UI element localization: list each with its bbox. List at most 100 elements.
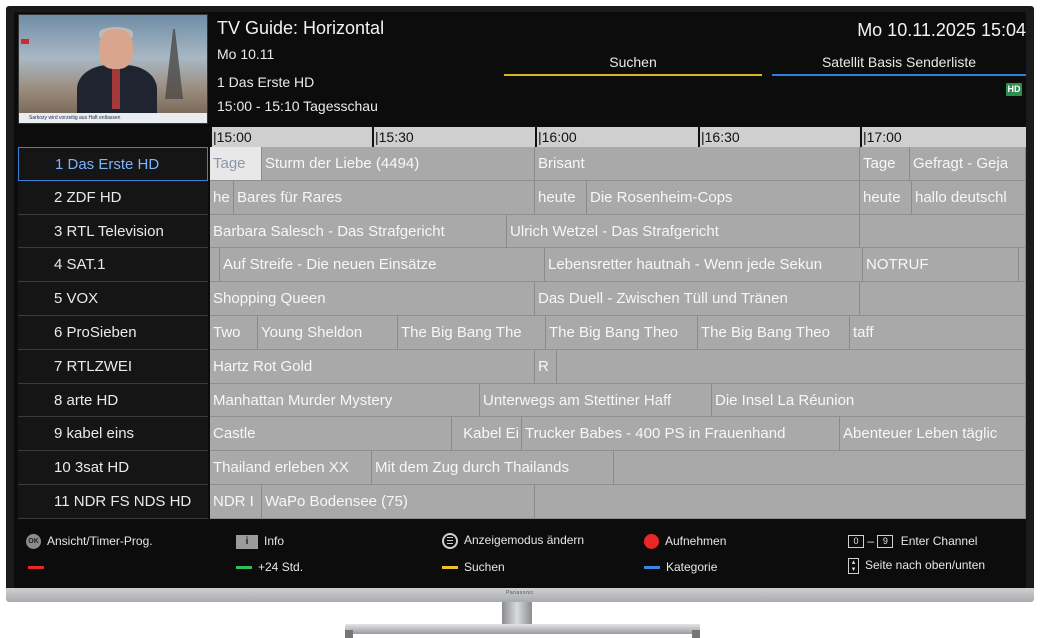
legend-page[interactable]: ▴ ▾ Seite nach oben/unten xyxy=(848,558,985,574)
tv-stand-foot xyxy=(692,630,700,638)
button-legend: OK Ansicht/Timer-Prog. i Info Anzeigemodus… xyxy=(14,522,1026,590)
channel-name[interactable]: 10 3sat HD xyxy=(18,451,208,485)
program-cell[interactable] xyxy=(860,282,1026,316)
program-cell[interactable]: Trucker Babes - 400 PS in Frauenhand xyxy=(522,417,840,452)
legend-blue[interactable]: Kategorie xyxy=(644,560,717,574)
program-cell[interactable]: Manhattan Murder Mystery xyxy=(210,383,480,418)
program-cell[interactable] xyxy=(210,248,220,283)
channel-row: 8 arte HD Manhattan Murder Mystery Unter… xyxy=(14,383,1026,418)
channel-name[interactable]: 3 RTL Television xyxy=(18,214,208,249)
broadcaster-badge-icon xyxy=(21,39,29,44)
program-cell[interactable]: Kabel Ei xyxy=(452,417,522,452)
menu-button-icon xyxy=(442,533,458,549)
news-ticker: Sarkozy wird vorzeitig aus Haft entlasse… xyxy=(19,113,207,123)
legend-red[interactable] xyxy=(28,560,50,574)
program-cell[interactable]: Tage xyxy=(210,147,262,181)
program-lane: NDR I WaPo Bodensee (75) xyxy=(210,485,1026,519)
tv-brand-logo: Panasonic xyxy=(506,590,534,596)
legend-ok[interactable]: OK Ansicht/Timer-Prog. xyxy=(26,534,153,550)
program-cell[interactable] xyxy=(1019,248,1026,283)
program-cell[interactable]: Thailand erleben XX xyxy=(210,451,372,485)
clock: Mo 10.11.2025 15:04 xyxy=(857,20,1026,40)
green-key-icon xyxy=(236,566,252,570)
program-cell[interactable]: NDR I xyxy=(210,485,262,519)
record-icon xyxy=(644,534,659,550)
program-lane: Manhattan Murder Mystery Unterwegs am St… xyxy=(210,383,1026,418)
program-cell[interactable]: Castle xyxy=(210,417,452,452)
program-cell[interactable]: Tage xyxy=(860,147,910,181)
time-tick: |16:00 xyxy=(535,127,577,147)
program-cell[interactable]: Lebensretter hautnah - Wenn jede Sekun xyxy=(545,248,863,283)
program-cell[interactable]: Unterwegs am Stettiner Haff xyxy=(480,383,712,418)
channel-row: 6 ProSieben Two Young Sheldon The Big Ba… xyxy=(14,316,1026,350)
channel-row: 9 kabel eins Castle Kabel Ei Trucker Bab… xyxy=(14,417,1026,452)
program-cell[interactable]: The Big Bang The xyxy=(398,316,546,350)
legend-info[interactable]: i Info xyxy=(236,534,284,549)
program-cell[interactable]: WaPo Bodensee (75) xyxy=(262,485,535,519)
program-cell[interactable]: taff xyxy=(850,316,1026,350)
program-cell[interactable] xyxy=(614,451,1026,485)
tv-chin: Panasonic xyxy=(6,588,1034,602)
program-cell[interactable]: heute xyxy=(535,180,587,215)
program-cell[interactable]: The Big Bang Theo xyxy=(698,316,850,350)
legend-label: Kategorie xyxy=(666,560,718,574)
program-cell[interactable] xyxy=(860,214,1026,249)
program-cell[interactable]: Sturm der Liebe (4494) xyxy=(262,147,535,181)
program-cell[interactable]: R xyxy=(535,349,557,384)
program-cell[interactable]: NOTRUF xyxy=(863,248,1019,283)
tv-stand-foot xyxy=(345,630,353,638)
program-cell[interactable] xyxy=(535,485,1026,519)
time-tick: |16:30 xyxy=(698,127,740,147)
program-lane: he Bares für Rares heute Die Rosenheim-C… xyxy=(210,180,1026,215)
tv-screen: Sarkozy wird vorzeitig aus Haft entlasse… xyxy=(14,12,1026,590)
channel-name[interactable]: 2 ZDF HD xyxy=(18,180,208,215)
program-cell[interactable]: heute xyxy=(860,180,912,215)
channel-name[interactable]: 5 VOX xyxy=(18,282,208,316)
channel-name[interactable]: 7 RTLZWEI xyxy=(18,349,208,384)
program-cell[interactable]: Gefragt - Geja xyxy=(910,147,1026,181)
channel-name[interactable]: 11 NDR FS NDS HD xyxy=(18,485,208,519)
legend-label: Enter Channel xyxy=(900,534,978,548)
legend-label: Info xyxy=(264,534,285,548)
program-cell[interactable]: Die Rosenheim-Cops xyxy=(587,180,860,215)
program-cell[interactable]: Hartz Rot Gold xyxy=(210,349,535,384)
program-cell[interactable]: Two xyxy=(210,316,258,350)
time-ruler: |15:00 |15:30 |16:00 |16:30 |17:00 xyxy=(210,127,1026,147)
eiffel-tower-graphic xyxy=(165,29,183,99)
channel-name[interactable]: 1 Das Erste HD xyxy=(18,147,208,181)
program-cell[interactable]: Brisant xyxy=(535,147,860,181)
legend-green[interactable]: +24 Std. xyxy=(236,560,303,574)
program-cell[interactable]: Barbara Salesch - Das Strafgericht xyxy=(210,214,507,249)
program-cell[interactable]: Shopping Queen xyxy=(210,282,535,316)
presenter-head xyxy=(99,29,133,69)
program-cell[interactable]: Mit dem Zug durch Thailands xyxy=(372,451,614,485)
legend-record[interactable]: Aufnehmen xyxy=(644,534,726,550)
legend-yellow[interactable]: Suchen xyxy=(442,560,505,574)
program-lane: Thailand erleben XX Mit dem Zug durch Th… xyxy=(210,451,1026,485)
program-cell[interactable]: Abenteuer Leben täglic xyxy=(840,417,1026,452)
program-cell[interactable]: Ulrich Wetzel - Das Strafgericht xyxy=(507,214,860,249)
legend-display-mode[interactable]: Anzeigemodus ändern xyxy=(442,533,584,549)
program-cell[interactable]: Das Duell - Zwischen Tüll und Tränen xyxy=(535,282,860,316)
tab-search[interactable]: Suchen xyxy=(504,50,762,76)
program-cell[interactable] xyxy=(557,349,1026,384)
page-title: TV Guide: Horizontal xyxy=(217,18,385,38)
tab-channel-list[interactable]: Satellit Basis Senderliste xyxy=(772,50,1026,76)
channel-name[interactable]: 4 SAT.1 xyxy=(18,248,208,283)
channel-name[interactable]: 8 arte HD xyxy=(18,383,208,418)
program-cell[interactable]: The Big Bang Theo xyxy=(546,316,698,350)
program-cell[interactable]: Die Insel La Réunion xyxy=(712,383,1026,418)
program-lane: Two Young Sheldon The Big Bang The The B… xyxy=(210,316,1026,350)
program-cell[interactable]: Young Sheldon xyxy=(258,316,398,350)
channel-name[interactable]: 6 ProSieben xyxy=(18,316,208,350)
channel-name[interactable]: 9 kabel eins xyxy=(18,417,208,452)
current-channel: 1 Das Erste HD xyxy=(217,74,315,90)
program-lane: Tage Sturm der Liebe (4494) Brisant Tage… xyxy=(210,147,1026,181)
program-cell[interactable]: Bares für Rares xyxy=(234,180,535,215)
time-tick: |15:30 xyxy=(372,127,414,147)
program-cell[interactable]: he xyxy=(210,180,234,215)
program-cell[interactable]: hallo deutschl xyxy=(912,180,1026,215)
program-cell[interactable]: Auf Streife - Die neuen Einsätze xyxy=(220,248,545,283)
tv-stand-base xyxy=(345,624,700,634)
legend-enter-channel[interactable]: 0 – 9 Enter Channel xyxy=(848,534,978,549)
